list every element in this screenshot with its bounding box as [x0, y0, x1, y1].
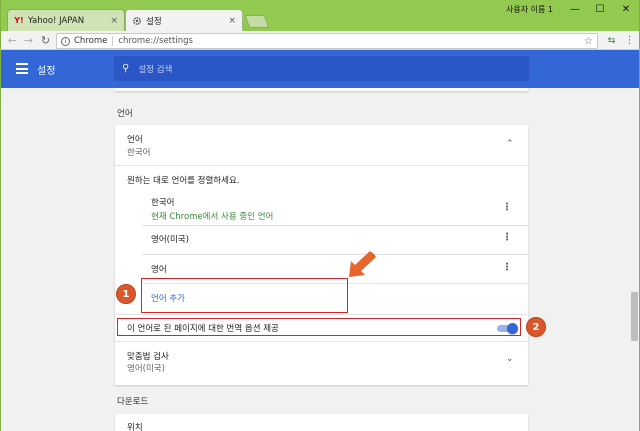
- profile-name[interactable]: 사용자 이름 1: [506, 4, 553, 15]
- annotation-badge-1: 1: [116, 284, 136, 304]
- back-arrow-icon[interactable]: ←: [5, 33, 20, 48]
- divider: [115, 314, 528, 315]
- highlight-add-language: [141, 278, 348, 313]
- new-tab-button[interactable]: [244, 15, 270, 28]
- tab-title: 설정: [146, 16, 162, 27]
- language-card-value: 한국어: [127, 148, 151, 158]
- extension-icon[interactable]: ⇆: [604, 33, 619, 48]
- address-bar[interactable]: i Chrome chrome://settings ☆: [56, 33, 598, 49]
- chevron-up-icon[interactable]: ⌃: [506, 139, 514, 149]
- section-heading-downloads: 다운로드: [117, 397, 149, 407]
- previous-card: [115, 88, 528, 91]
- tab-yahoo[interactable]: Y! Yahoo! JAPAN ×: [7, 9, 125, 31]
- annotation-badge-2: 2: [526, 317, 546, 337]
- language-name: 영어(미국): [151, 235, 189, 245]
- hamburger-menu-icon[interactable]: [16, 63, 28, 74]
- downloads-card: [115, 414, 528, 431]
- page-title: 설정: [37, 66, 56, 77]
- highlight-translate-option: [117, 318, 521, 336]
- gear-icon: [132, 16, 142, 26]
- spellcheck-value: 영어(미국): [127, 364, 165, 374]
- search-icon: ⚲: [122, 63, 130, 74]
- tab-close-icon[interactable]: ×: [110, 16, 118, 26]
- security-label: Chrome: [74, 36, 114, 46]
- language-name: 영어: [151, 265, 167, 275]
- settings-search-input[interactable]: ⚲ 설정 검색: [114, 56, 529, 81]
- close-window-button[interactable]: ✕: [614, 1, 638, 17]
- current-language-note: 현재 Chrome에서 사용 중인 언어: [151, 212, 274, 222]
- section-heading-language: 언어: [117, 109, 133, 119]
- yahoo-favicon-icon: Y!: [14, 16, 24, 25]
- scrollbar-thumb[interactable]: [631, 292, 638, 341]
- minimize-button[interactable]: —: [563, 1, 587, 17]
- spellcheck-title[interactable]: 맞춤법 검사: [127, 350, 169, 362]
- language-more-icon[interactable]: ⋮: [502, 262, 512, 273]
- scrollbar-track[interactable]: [628, 88, 639, 431]
- divider: [115, 341, 528, 342]
- language-name: 한국어: [151, 198, 175, 208]
- language-more-icon[interactable]: ⋮: [502, 202, 512, 213]
- info-icon[interactable]: i: [61, 36, 70, 46]
- tab-settings[interactable]: 설정 ×: [125, 9, 243, 31]
- more-menu-icon[interactable]: ⋮: [622, 33, 637, 48]
- language-order-hint: 원하는 대로 언어를 정렬하세요.: [127, 176, 240, 186]
- maximize-button[interactable]: ☐: [588, 1, 612, 17]
- bookmark-star-icon[interactable]: ☆: [584, 36, 593, 47]
- pointer-arrow-icon: [349, 251, 376, 277]
- url-text[interactable]: chrome://settings: [118, 36, 193, 46]
- tab-close-icon[interactable]: ×: [228, 16, 236, 26]
- search-placeholder: 설정 검색: [138, 64, 173, 75]
- language-card: [115, 125, 528, 385]
- reload-icon[interactable]: ↻: [38, 33, 53, 48]
- browser-toolbar: ← → ↻ i Chrome chrome://settings ☆ ⇆ ⋮: [0, 31, 640, 50]
- chevron-down-icon[interactable]: ⌄: [506, 354, 514, 364]
- divider: [115, 165, 528, 166]
- forward-arrow-icon[interactable]: →: [21, 33, 36, 48]
- language-more-icon[interactable]: ⋮: [502, 232, 512, 243]
- divider: [142, 225, 528, 226]
- window-titlebar: Y! Yahoo! JAPAN × 설정 × 사용자 이름 1 — ☐ ✕: [0, 0, 640, 31]
- language-card-title[interactable]: 언어: [127, 133, 143, 145]
- tab-title: Yahoo! JAPAN: [28, 15, 85, 26]
- divider: [142, 254, 528, 255]
- settings-content: 언어 언어 한국어 ⌃ 원하는 대로 언어를 정렬하세요. 한국어 현재 Chr…: [0, 88, 640, 431]
- download-location-label: 위치: [127, 423, 143, 431]
- settings-header: 설정 ⚲ 설정 검색: [0, 50, 640, 88]
